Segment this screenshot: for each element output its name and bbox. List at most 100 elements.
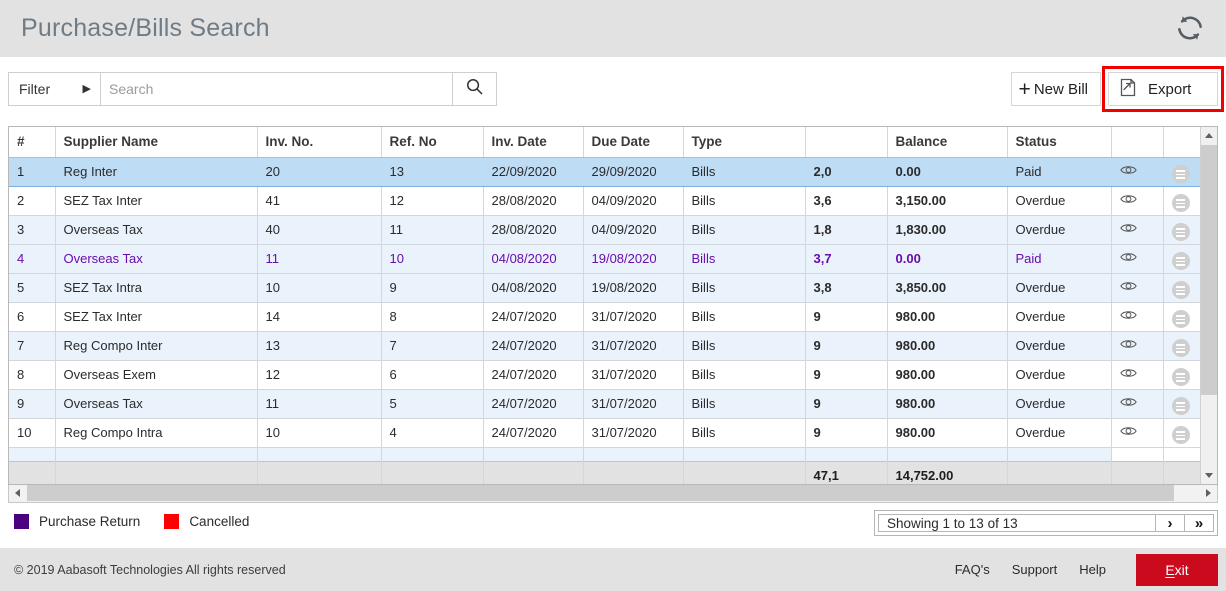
cell-view-action[interactable] bbox=[1111, 331, 1163, 360]
cell-inv-no: 12 bbox=[257, 360, 381, 389]
table-row[interactable]: 3Overseas Tax401128/08/202004/09/2020Bil… bbox=[9, 215, 1218, 244]
cell-supplier: SEZ Tax Intra bbox=[55, 273, 257, 302]
menu-icon[interactable] bbox=[1172, 194, 1190, 212]
footer-link-faqs[interactable]: FAQ's bbox=[955, 562, 990, 577]
eye-icon[interactable] bbox=[1120, 222, 1137, 234]
eye-icon[interactable] bbox=[1120, 164, 1137, 176]
cell-status: Overdue bbox=[1007, 389, 1111, 418]
table-row[interactable]: 4Overseas Tax111004/08/202019/08/2020Bil… bbox=[9, 244, 1218, 273]
cell-view-action[interactable] bbox=[1111, 418, 1163, 447]
cell-due-date: 31/07/2020 bbox=[583, 418, 683, 447]
scroll-up-button[interactable] bbox=[1201, 127, 1217, 144]
table-row[interactable]: 7Reg Compo Inter13724/07/202031/07/2020B… bbox=[9, 331, 1218, 360]
table-row[interactable]: 6SEZ Tax Inter14824/07/202031/07/2020Bil… bbox=[9, 302, 1218, 331]
menu-icon[interactable] bbox=[1172, 339, 1190, 357]
menu-icon[interactable] bbox=[1172, 223, 1190, 241]
total-spacer bbox=[9, 461, 55, 485]
eye-icon[interactable] bbox=[1120, 309, 1137, 321]
cell-status: Overdue bbox=[1007, 273, 1111, 302]
col-due-date[interactable]: Due Date bbox=[583, 127, 683, 157]
table-row[interactable]: 2SEZ Tax Inter411228/08/202004/09/2020Bi… bbox=[9, 186, 1218, 215]
col-amount[interactable] bbox=[805, 127, 887, 157]
eye-icon[interactable] bbox=[1120, 396, 1137, 408]
cell-partial bbox=[257, 447, 381, 461]
cell-view-action[interactable] bbox=[1111, 302, 1163, 331]
total-amount: 47,1 bbox=[805, 461, 887, 485]
search-button[interactable] bbox=[452, 73, 496, 105]
table-row[interactable]: 1Reg Inter201322/09/202029/09/2020Bills2… bbox=[9, 157, 1218, 186]
cell-status: Paid bbox=[1007, 244, 1111, 273]
menu-icon[interactable] bbox=[1172, 310, 1190, 328]
eye-icon[interactable] bbox=[1120, 251, 1137, 263]
grid-horizontal-scrollbar[interactable] bbox=[8, 485, 1218, 503]
last-page-button[interactable]: » bbox=[1185, 514, 1214, 532]
scroll-right-button[interactable] bbox=[1200, 485, 1217, 501]
table-row[interactable]: 9Overseas Tax11524/07/202031/07/2020Bill… bbox=[9, 389, 1218, 418]
table-row[interactable]: 10Reg Compo Intra10424/07/202031/07/2020… bbox=[9, 418, 1218, 447]
eye-icon[interactable] bbox=[1120, 338, 1137, 350]
menu-icon[interactable] bbox=[1172, 252, 1190, 270]
filter-label: Filter bbox=[19, 81, 50, 97]
cell-view-action[interactable] bbox=[1111, 186, 1163, 215]
horizontal-scroll-thumb[interactable] bbox=[27, 485, 1174, 501]
cell-view-action[interactable] bbox=[1111, 360, 1163, 389]
legend-item-cancelled: Cancelled bbox=[164, 514, 249, 529]
eye-icon[interactable] bbox=[1120, 425, 1137, 437]
col-supplier[interactable]: Supplier Name bbox=[55, 127, 257, 157]
eye-icon[interactable] bbox=[1120, 193, 1137, 205]
scroll-down-button[interactable] bbox=[1201, 467, 1217, 484]
cell-supplier: Overseas Exem bbox=[55, 360, 257, 389]
cell-index: 3 bbox=[9, 215, 55, 244]
scroll-left-button[interactable] bbox=[9, 485, 26, 501]
cell-inv-date: 24/07/2020 bbox=[483, 331, 583, 360]
cell-amount: 3,7 bbox=[805, 244, 887, 273]
export-button[interactable]: Export bbox=[1108, 72, 1218, 106]
exit-button[interactable]: Exit bbox=[1136, 554, 1218, 586]
cell-type: Bills bbox=[683, 244, 805, 273]
cell-inv-date: 28/08/2020 bbox=[483, 186, 583, 215]
cell-status: Overdue bbox=[1007, 360, 1111, 389]
cell-view-action[interactable] bbox=[1111, 389, 1163, 418]
refresh-icon[interactable] bbox=[1170, 8, 1210, 48]
legend-swatch bbox=[164, 514, 179, 529]
cell-amount: 1,8 bbox=[805, 215, 887, 244]
cell-status: Paid bbox=[1007, 157, 1111, 186]
cell-view-action[interactable] bbox=[1111, 157, 1163, 186]
eye-icon[interactable] bbox=[1120, 367, 1137, 379]
col-balance[interactable]: Balance bbox=[887, 127, 1007, 157]
cell-balance: 980.00 bbox=[887, 360, 1007, 389]
search-input[interactable] bbox=[101, 73, 452, 105]
col-ref-no[interactable]: Ref. No bbox=[381, 127, 483, 157]
footer-link-support[interactable]: Support bbox=[1012, 562, 1058, 577]
col-type[interactable]: Type bbox=[683, 127, 805, 157]
filter-dropdown[interactable]: Filter ▶ bbox=[9, 73, 101, 105]
cell-view-action[interactable] bbox=[1111, 273, 1163, 302]
new-bill-button[interactable]: + New Bill bbox=[1011, 72, 1101, 106]
table-row[interactable]: 5SEZ Tax Intra10904/08/202019/08/2020Bil… bbox=[9, 273, 1218, 302]
menu-icon[interactable] bbox=[1172, 281, 1190, 299]
cell-inv-no: 20 bbox=[257, 157, 381, 186]
eye-icon[interactable] bbox=[1120, 280, 1137, 292]
grid-vertical-scrollbar[interactable] bbox=[1200, 127, 1217, 484]
table-row-partial[interactable] bbox=[9, 447, 1218, 461]
col-inv-no[interactable]: Inv. No. bbox=[257, 127, 381, 157]
vertical-scroll-thumb[interactable] bbox=[1201, 145, 1217, 395]
bills-grid: # Supplier Name Inv. No. Ref. No Inv. Da… bbox=[8, 126, 1218, 485]
menu-icon[interactable] bbox=[1172, 426, 1190, 444]
table-row[interactable]: 8Overseas Exem12624/07/202031/07/2020Bil… bbox=[9, 360, 1218, 389]
menu-icon[interactable] bbox=[1172, 397, 1190, 415]
col-status[interactable]: Status bbox=[1007, 127, 1111, 157]
col-index[interactable]: # bbox=[9, 127, 55, 157]
col-inv-date[interactable]: Inv. Date bbox=[483, 127, 583, 157]
menu-icon[interactable] bbox=[1172, 165, 1190, 183]
cell-view-action[interactable] bbox=[1111, 215, 1163, 244]
footer-link-help[interactable]: Help bbox=[1079, 562, 1106, 577]
next-page-button[interactable]: › bbox=[1156, 514, 1185, 532]
cell-ref-no: 4 bbox=[381, 418, 483, 447]
cell-partial bbox=[1111, 447, 1163, 461]
menu-icon[interactable] bbox=[1172, 368, 1190, 386]
cell-view-action[interactable] bbox=[1111, 244, 1163, 273]
cell-amount: 9 bbox=[805, 418, 887, 447]
cell-type: Bills bbox=[683, 331, 805, 360]
table-header-row: # Supplier Name Inv. No. Ref. No Inv. Da… bbox=[9, 127, 1218, 157]
